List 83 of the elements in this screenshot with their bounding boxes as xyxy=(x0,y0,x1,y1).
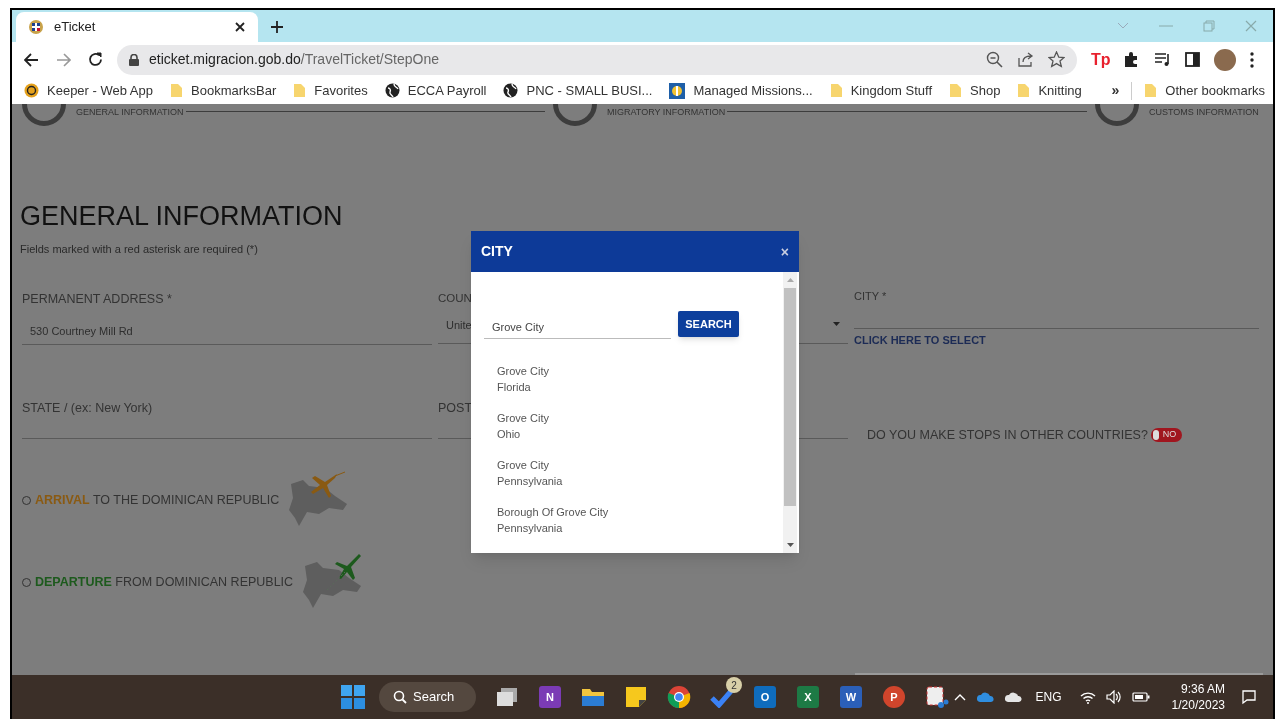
battery-icon[interactable] xyxy=(1131,691,1150,703)
wifi-icon[interactable] xyxy=(1079,690,1096,704)
url-text: eticket.migracion.gob.do/TravelTicket/StepOne xyxy=(149,50,439,69)
close-button[interactable]: × xyxy=(780,244,789,259)
folder-icon xyxy=(293,83,307,98)
scroll-down-icon[interactable] xyxy=(786,543,794,547)
folder-icon xyxy=(829,83,843,98)
close-icon[interactable] xyxy=(234,21,246,33)
back-arrow-icon[interactable] xyxy=(24,52,39,67)
scrollbar[interactable] xyxy=(783,272,797,553)
field-label: POST xyxy=(438,399,473,417)
chevron-up-icon[interactable] xyxy=(953,693,966,701)
bookmark-item[interactable]: Shop xyxy=(949,80,1001,101)
bookmark-item[interactable]: PNC - SMALL BUSI... xyxy=(503,80,653,101)
overflow-button[interactable]: » xyxy=(1111,80,1120,101)
crest-icon xyxy=(28,19,44,35)
extension-button[interactable]: Tp xyxy=(1091,47,1109,72)
tab-title: eTicket xyxy=(54,18,97,37)
notification-badge: 2 xyxy=(726,677,742,693)
browser-tab[interactable]: eTicket xyxy=(16,12,258,42)
cloud-icon[interactable] xyxy=(1003,691,1022,703)
bookmark-item[interactable]: Favorites xyxy=(293,80,368,101)
more-menu-icon[interactable] xyxy=(1250,51,1254,68)
side-panel-icon[interactable] xyxy=(1185,52,1200,67)
caret-icon xyxy=(833,321,840,326)
zoom-out-icon[interactable] xyxy=(986,51,1003,68)
dialog-title: CITY xyxy=(481,242,513,261)
bookmark-item[interactable]: Managed Missions... xyxy=(669,80,813,101)
app-icon xyxy=(669,82,686,99)
snipping-icon[interactable] xyxy=(925,685,949,709)
windows-start-icon[interactable] xyxy=(341,685,365,709)
folder-icon[interactable] xyxy=(581,686,605,708)
sticky-note-icon[interactable] xyxy=(625,686,647,708)
taskbar-search[interactable]: Search xyxy=(379,682,476,712)
address-bar[interactable]: eticket.migracion.gob.do/TravelTicket/StepOne xyxy=(117,44,1077,75)
required-note: Fields marked with a red asterisk are required (*) xyxy=(20,242,258,257)
avatar[interactable] xyxy=(1214,48,1236,71)
folder-icon xyxy=(1017,83,1031,98)
folder-icon xyxy=(1144,83,1158,98)
bookmark-item[interactable]: Knitting xyxy=(1017,80,1082,101)
new-tab-icon[interactable] xyxy=(270,20,284,34)
speaker-icon[interactable] xyxy=(1105,690,1122,704)
notification-icon[interactable] xyxy=(1241,689,1257,705)
outlook-app-icon[interactable]: O xyxy=(754,686,776,708)
bookmark-item[interactable]: Other bookmarks xyxy=(1144,80,1265,101)
bookmark-item[interactable]: Keeper - Web App xyxy=(24,80,153,101)
lock-icon xyxy=(129,53,139,66)
puzzle-icon[interactable] xyxy=(1123,51,1140,68)
forward-arrow-icon[interactable] xyxy=(56,52,71,67)
globe-icon xyxy=(384,83,400,98)
globe-icon xyxy=(503,83,519,98)
powerpoint-app-icon[interactable]: P xyxy=(883,686,905,708)
page-heading: GENERAL INFORMATION xyxy=(20,200,343,232)
stops-question: DO YOU MAKE STOPS IN OTHER COUNTRIES? xyxy=(867,426,1148,444)
city-result[interactable]: Borough Of Grove City Pennsylvania xyxy=(497,504,609,536)
reload-icon[interactable] xyxy=(88,52,103,67)
folder-icon xyxy=(949,83,963,98)
field-label: STATE / (ex: New York) xyxy=(22,399,153,417)
bookmark-item[interactable]: BookmarksBar xyxy=(170,80,277,101)
stops-toggle[interactable]: NO xyxy=(1150,427,1183,442)
clock[interactable]: 9:36 AM 1/20/2023 xyxy=(1171,681,1225,713)
chrome-icon[interactable] xyxy=(667,685,691,709)
folder-icon xyxy=(170,83,183,98)
field-label: COUN xyxy=(438,290,472,306)
share-icon[interactable] xyxy=(1017,51,1034,68)
onenote-app-icon[interactable]: N xyxy=(539,686,561,708)
city-result[interactable]: Grove City Pennsylvania xyxy=(497,457,563,489)
search-icon xyxy=(393,690,407,704)
excel-app-icon[interactable]: X xyxy=(797,686,819,708)
scrollbar-thumb[interactable] xyxy=(784,288,796,506)
field-label: CITY * xyxy=(854,288,887,304)
city-result[interactable]: Grove City Ohio xyxy=(497,410,549,442)
media-control-icon[interactable] xyxy=(1154,52,1171,67)
word-app-icon[interactable]: W xyxy=(840,686,862,708)
bookmark-item[interactable]: ECCA Payroll xyxy=(384,80,487,101)
state-field[interactable] xyxy=(22,437,432,440)
bookmark-item[interactable]: Kingdom Stuff xyxy=(829,80,933,101)
search-button[interactable]: SEARCH xyxy=(678,311,739,337)
field-label: PERMANENT ADDRESS * xyxy=(22,290,172,308)
search-field[interactable]: Grove City xyxy=(484,315,671,339)
star-icon[interactable] xyxy=(1048,51,1065,68)
language-indicator[interactable]: ENG xyxy=(1035,688,1062,706)
city-result[interactable]: Grove City Florida xyxy=(497,363,549,395)
